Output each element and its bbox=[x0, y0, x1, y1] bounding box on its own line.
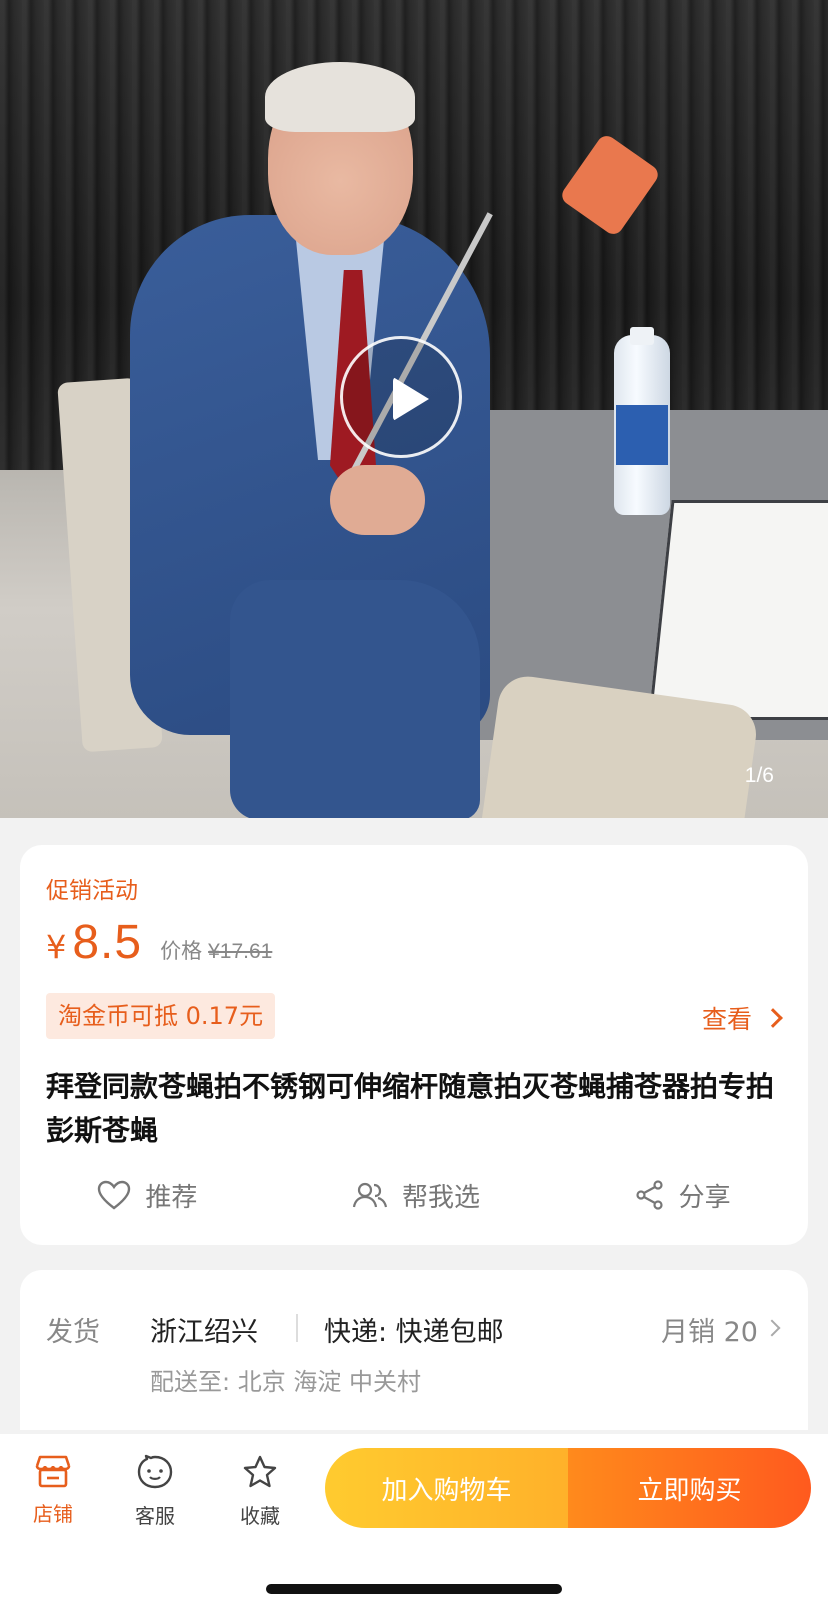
promo-tag: 促销活动 bbox=[46, 878, 138, 904]
help-choose-label: 帮我选 bbox=[401, 1182, 480, 1213]
product-info-card: 促销活动 ¥ 8.5 价格 ¥17.61 淘金币可抵 0.17元 查看 拜登同款… bbox=[20, 845, 808, 1245]
add-to-cart-button[interactable]: 加入购物车 bbox=[325, 1448, 568, 1528]
service-tab-label: 客服 bbox=[135, 1504, 175, 1528]
star-icon bbox=[243, 1455, 277, 1488]
video-play-button[interactable] bbox=[340, 336, 462, 458]
home-indicator bbox=[266, 1584, 562, 1594]
share-icon bbox=[636, 1180, 663, 1210]
recommend-button[interactable]: 推荐 bbox=[97, 1177, 197, 1214]
photo-water-bottle bbox=[614, 327, 670, 515]
chat-face-icon bbox=[137, 1454, 173, 1489]
bottom-action-bar: 店铺 客服 收藏 加入购物车 立即购买 bbox=[0, 1434, 828, 1610]
ship-from-location: 浙江绍兴 bbox=[150, 1317, 258, 1348]
buy-now-button[interactable]: 立即购买 bbox=[568, 1448, 811, 1528]
original-price-label: 价格 bbox=[160, 939, 203, 963]
express-info: 快递: 快递包邮 bbox=[324, 1317, 504, 1348]
delivery-destination: 配送至: 北京 海淀 中关村 bbox=[150, 1368, 421, 1396]
heart-icon bbox=[98, 1180, 131, 1210]
favorite-tab-label: 收藏 bbox=[240, 1504, 280, 1528]
monthly-sales: 月销 20 bbox=[661, 1317, 758, 1348]
image-pager-indicator: 1/6 bbox=[744, 764, 774, 787]
recommend-label: 推荐 bbox=[145, 1182, 198, 1213]
shop-tab-label: 店铺 bbox=[33, 1502, 73, 1526]
share-button[interactable]: 分享 bbox=[635, 1177, 731, 1214]
chevron-right-icon bbox=[763, 1008, 783, 1028]
help-choose-button[interactable]: 帮我选 bbox=[352, 1177, 480, 1214]
product-media-carousel[interactable]: 1/6 bbox=[0, 0, 828, 818]
shipping-label: 发货 bbox=[46, 1317, 100, 1348]
photo-hand bbox=[330, 465, 425, 535]
store-icon bbox=[35, 1455, 71, 1488]
photo-paper bbox=[648, 500, 828, 720]
share-label: 分享 bbox=[678, 1182, 731, 1213]
favorite-tab[interactable]: 收藏 bbox=[215, 1454, 305, 1529]
shipping-info-card[interactable]: 发货 浙江绍兴 快递: 快递包邮 月销 20 配送至: 北京 海淀 中关村 bbox=[20, 1270, 808, 1430]
original-price: ¥17.61 bbox=[208, 940, 273, 963]
product-actions: 推荐 帮我选 分享 bbox=[20, 1165, 808, 1225]
view-promo-link[interactable]: 查看 bbox=[701, 1000, 783, 1036]
customer-service-tab[interactable]: 客服 bbox=[110, 1454, 200, 1529]
current-price: 8.5 bbox=[72, 916, 143, 969]
photo-person-legs bbox=[230, 580, 480, 818]
divider bbox=[296, 1314, 298, 1342]
product-title: 拜登同款苍蝇拍不锈钢可伸缩杆随意拍灭苍蝇捕苍器拍专拍彭斯苍蝇 bbox=[46, 1070, 775, 1147]
currency-symbol: ¥ bbox=[46, 928, 67, 966]
play-icon bbox=[393, 377, 429, 421]
shop-tab[interactable]: 店铺 bbox=[8, 1454, 98, 1527]
price-row: ¥ 8.5 价格 ¥17.61 bbox=[46, 915, 272, 970]
people-icon bbox=[352, 1182, 388, 1208]
coin-discount-badge: 淘金币可抵 0.17元 bbox=[46, 993, 276, 1039]
view-link-label: 查看 bbox=[701, 1005, 752, 1034]
photo-hair bbox=[265, 62, 415, 132]
chevron-right-icon bbox=[763, 1319, 781, 1337]
